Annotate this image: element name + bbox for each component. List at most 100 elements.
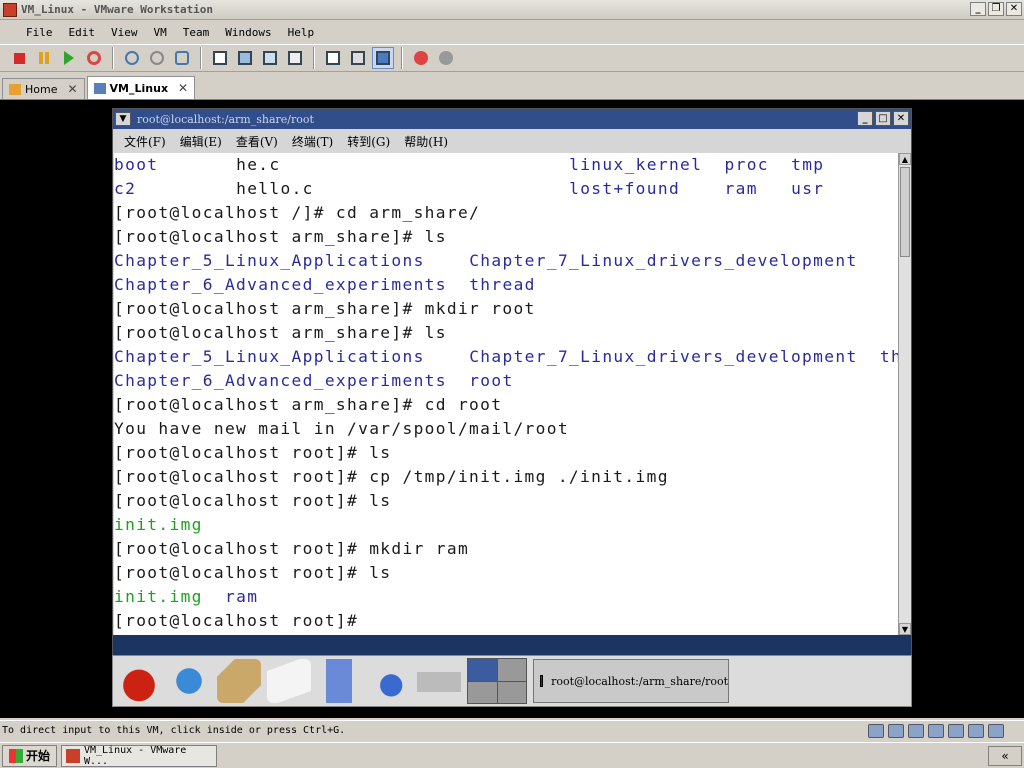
- terminal-text: [root@localhost arm_share]# ls: [114, 323, 447, 342]
- terminal-line: [root@localhost root]# cp /tmp/init.img …: [114, 465, 898, 489]
- appliance-view-button[interactable]: [347, 47, 369, 69]
- message-log-icon[interactable]: [988, 724, 1004, 738]
- terminal-text: thread: [879, 347, 898, 366]
- unity-button[interactable]: [284, 47, 306, 69]
- terminal-line: Chapter_6_Advanced_experiments root: [114, 369, 898, 393]
- take-snapshot-button[interactable]: [121, 47, 143, 69]
- power-off-button[interactable]: [8, 47, 30, 69]
- terminal-text: init.img: [114, 587, 203, 606]
- window-maximize-button[interactable]: ❐: [988, 2, 1004, 16]
- terminal-line: [root@localhost arm_share]# cd root: [114, 393, 898, 417]
- status-bar: To direct input to this VM, click inside…: [0, 720, 1024, 740]
- window-minimize-button[interactable]: _: [970, 2, 986, 16]
- terminal-menu-help[interactable]: 帮助(H): [397, 133, 455, 150]
- settings-button[interactable]: [435, 47, 457, 69]
- terminal-line: init.img: [114, 513, 898, 537]
- cdrom-icon[interactable]: [888, 724, 904, 738]
- terminal-text: [root@localhost root]# mkdir ram: [114, 539, 470, 558]
- printer-icon[interactable]: [417, 659, 461, 703]
- full-screen-button[interactable]: [234, 47, 256, 69]
- workspace-switcher[interactable]: [467, 658, 527, 704]
- terminal-icon: [540, 675, 544, 687]
- menu-windows[interactable]: Windows: [217, 24, 279, 41]
- terminal-menu-bar: 文件(F) 编辑(E) 查看(V) 终端(T) 转到(G) 帮助(H): [113, 129, 911, 153]
- tab-vm-linux[interactable]: VM_Linux ✕: [86, 76, 196, 99]
- terminal-minimize-button[interactable]: _: [857, 111, 873, 126]
- snapshot-manager-button[interactable]: [171, 47, 193, 69]
- terminal-menu-terminal[interactable]: 终端(T): [285, 133, 340, 150]
- terminal-maximize-button[interactable]: □: [875, 111, 891, 126]
- vmware-app-icon: [3, 2, 17, 17]
- panel-task-terminal[interactable]: root@localhost:/arm_share/root: [533, 659, 729, 703]
- terminal-text: proc: [724, 155, 769, 174]
- terminal-text: ram: [225, 587, 259, 606]
- tray-expand-button[interactable]: «: [988, 746, 1022, 766]
- writer-icon[interactable]: [267, 659, 311, 703]
- menu-help[interactable]: Help: [280, 24, 323, 41]
- tab-close-icon[interactable]: ✕: [67, 82, 77, 96]
- status-text: To direct input to this VM, click inside…: [2, 725, 346, 736]
- workspace-2[interactable]: [497, 659, 526, 681]
- menu-vm[interactable]: VM: [146, 24, 175, 41]
- menu-edit[interactable]: Edit: [61, 24, 104, 41]
- scroll-down-arrow-icon[interactable]: ▼: [899, 623, 911, 635]
- power-on-button[interactable]: [58, 47, 80, 69]
- mail-icon[interactable]: [217, 659, 261, 703]
- panel-task-label: root@localhost:/arm_share/root: [551, 674, 728, 688]
- scrollbar-thumb[interactable]: [900, 167, 910, 257]
- terminal-text: linux_kernel: [569, 155, 703, 174]
- presentation-icon[interactable]: [367, 659, 411, 703]
- console-view-button[interactable]: [372, 47, 394, 69]
- quick-switch-button[interactable]: [259, 47, 281, 69]
- terminal-menu-go[interactable]: 转到(G): [340, 133, 397, 150]
- workspace-1[interactable]: [468, 659, 497, 681]
- taskbar-item-vmware[interactable]: VM_Linux - VMware W...: [61, 744, 218, 767]
- terminal-close-button[interactable]: ✕: [893, 111, 909, 126]
- summary-view-button[interactable]: [322, 47, 344, 69]
- start-button[interactable]: 开始: [2, 744, 58, 767]
- redhat-menu-icon[interactable]: [117, 659, 161, 703]
- terminal-menu-view[interactable]: 查看(V): [229, 133, 285, 150]
- workspace-3[interactable]: [468, 681, 497, 703]
- menu-view[interactable]: View: [103, 24, 146, 41]
- stop-icon: [13, 52, 25, 64]
- floppy-icon[interactable]: [908, 724, 924, 738]
- team-button[interactable]: [410, 47, 432, 69]
- sound-icon[interactable]: [968, 724, 984, 738]
- reset-button[interactable]: [83, 47, 105, 69]
- toolbar-separator: [313, 47, 315, 69]
- spreadsheet-icon[interactable]: [317, 659, 361, 703]
- terminal-output[interactable]: boot he.c linux_kernel proc tmp c2 hello.c lost…: [114, 153, 898, 635]
- terminal-text: tmp: [791, 155, 825, 174]
- terminal-line: Chapter_5_Linux_Applications Chapter_7_Li…: [114, 249, 898, 273]
- start-label: 开始: [26, 749, 51, 763]
- tab-close-icon[interactable]: ✕: [178, 81, 188, 95]
- terminal-menu-edit[interactable]: 编辑(E): [173, 133, 229, 150]
- terminal-text: usr: [791, 179, 825, 198]
- terminal-menu-file[interactable]: 文件(F): [117, 133, 173, 150]
- network-icon[interactable]: [928, 724, 944, 738]
- terminal-text: [root@localhost root]#: [114, 611, 359, 630]
- terminal-text: [root@localhost arm_share]# ls: [114, 227, 447, 246]
- window-menu-button[interactable]: ▼: [115, 112, 131, 126]
- hard-disk-icon[interactable]: [868, 724, 884, 738]
- menu-team[interactable]: Team: [175, 24, 218, 41]
- terminal-line: c2 hello.c lost+found ram usr: [114, 177, 898, 201]
- tab-label: Home: [25, 82, 58, 96]
- normal-view-button[interactable]: [209, 47, 231, 69]
- terminal-text: [root@localhost root]# ls: [114, 443, 392, 462]
- terminal-text: [root@localhost root]# ls: [114, 491, 392, 510]
- terminal-line: [root@localhost root]# ls: [114, 489, 898, 513]
- window-close-button[interactable]: ✕: [1006, 2, 1022, 16]
- menu-bar: File Edit View VM Team Windows Help: [0, 21, 1024, 43]
- revert-snapshot-button[interactable]: [146, 47, 168, 69]
- menu-file[interactable]: File: [18, 24, 61, 41]
- terminal-scrollbar[interactable]: ▲ ▼: [898, 153, 911, 635]
- tab-home[interactable]: Home ✕: [2, 78, 85, 99]
- scroll-up-arrow-icon[interactable]: ▲: [899, 153, 911, 165]
- terminal-window[interactable]: ▼ root@localhost:/arm_share/root _ □ ✕ 文…: [112, 108, 912, 655]
- usb-icon[interactable]: [948, 724, 964, 738]
- workspace-4[interactable]: [497, 681, 526, 703]
- suspend-button[interactable]: [33, 47, 55, 69]
- web-browser-icon[interactable]: [167, 659, 211, 703]
